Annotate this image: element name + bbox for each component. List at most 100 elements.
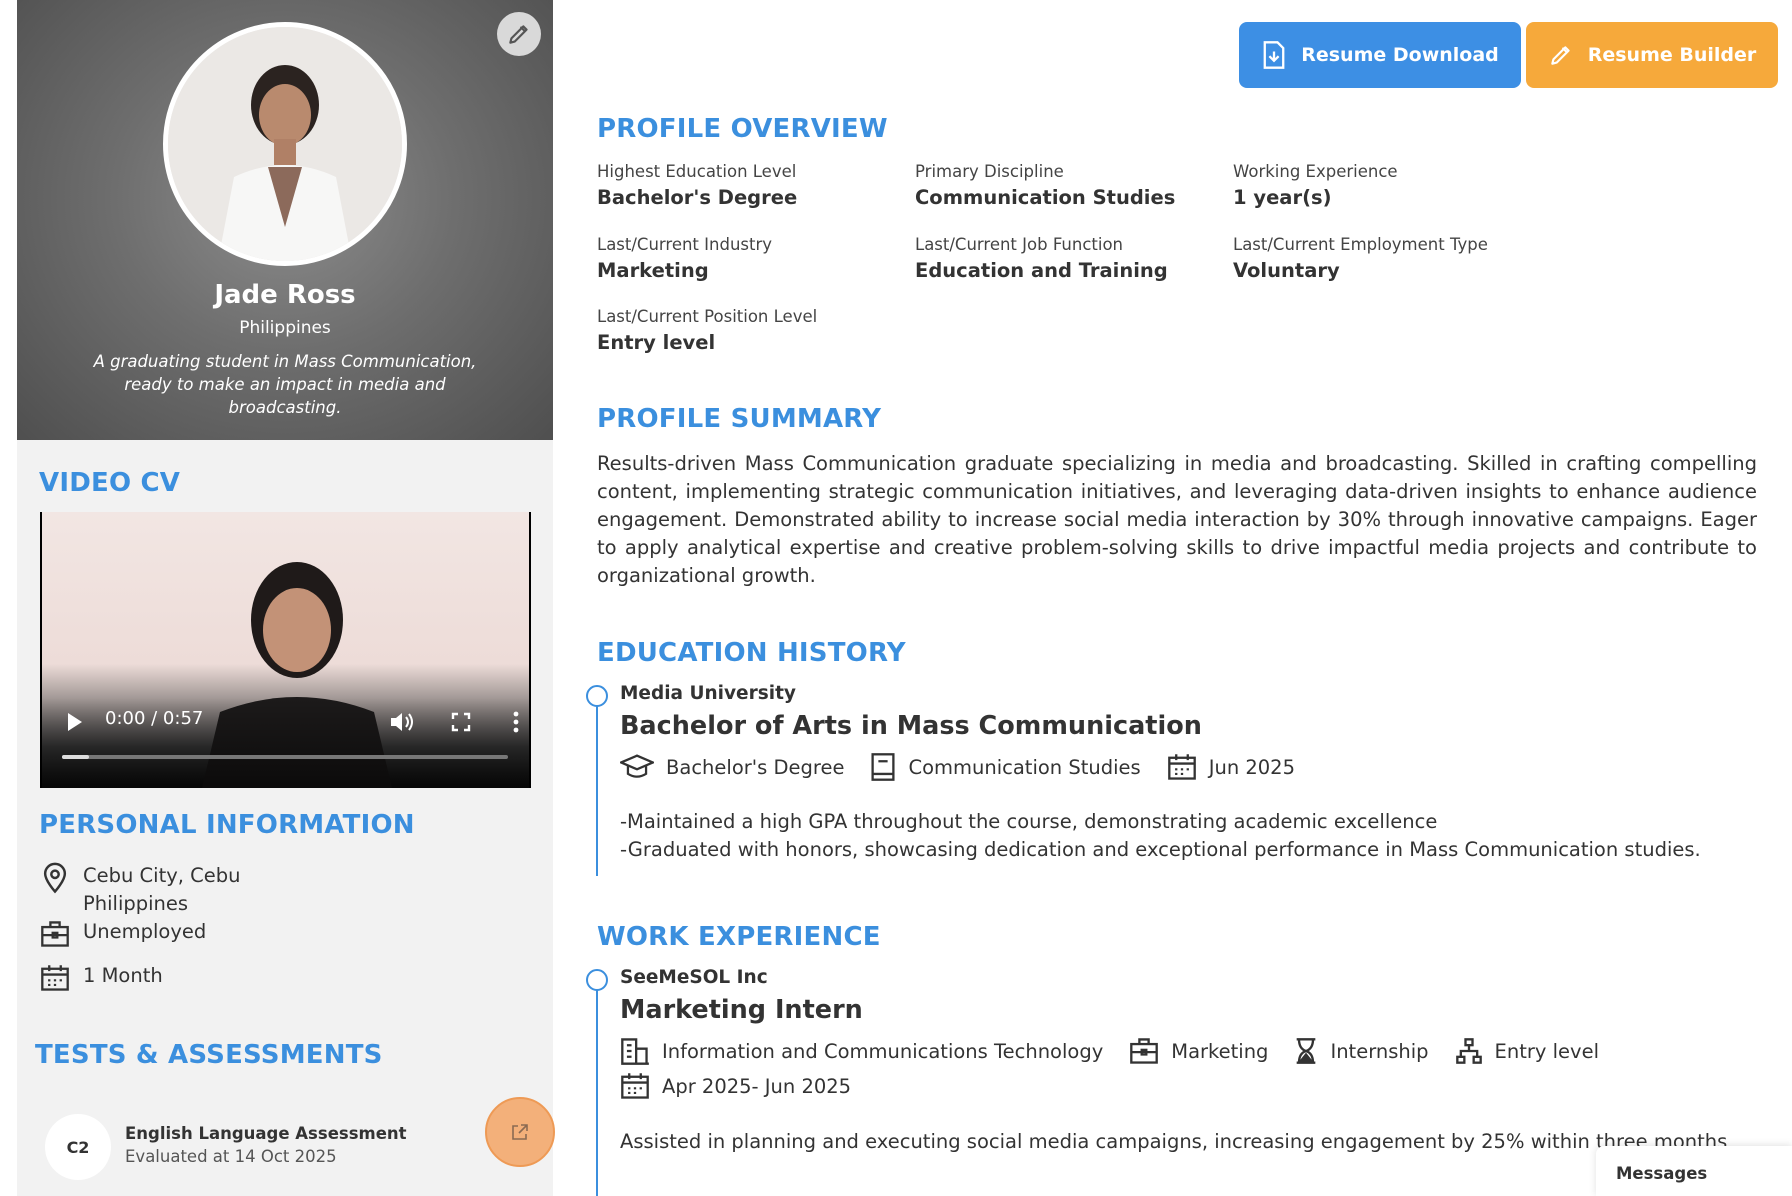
education-degree: Bachelor of Arts in Mass Communication xyxy=(620,711,1202,741)
work-company: SeeMeSOL Inc xyxy=(620,967,768,988)
work-dates-row: Apr 2025- Jun 2025 xyxy=(620,1072,877,1100)
building-icon xyxy=(621,1038,649,1065)
location-row: Cebu City, Cebu Philippines xyxy=(39,862,241,918)
video-cv-title: VIDEO CV xyxy=(39,468,181,498)
video-seek-bar[interactable] xyxy=(62,755,508,759)
work-level-item: Entry level xyxy=(1455,1037,1599,1065)
profile-summary-title: PROFILE SUMMARY xyxy=(597,404,882,434)
overview-employment-type: Last/Current Employment Type Voluntary xyxy=(1233,233,1543,285)
pencil-icon xyxy=(1550,46,1570,65)
book-icon xyxy=(871,753,896,781)
overview-value: Marketing xyxy=(597,259,709,282)
profile-bio: A graduating student in Mass Communicati… xyxy=(93,352,477,417)
education-field: Communication Studies xyxy=(908,755,1141,779)
work-meta: Information and Communications Technolog… xyxy=(620,1037,1625,1065)
employment-status-row: Unemployed xyxy=(39,918,206,950)
overview-position-level: Last/Current Position Level Entry level xyxy=(597,305,907,357)
resume-download-button[interactable]: Resume Download xyxy=(1239,22,1521,88)
overview-label: Last/Current Position Level xyxy=(597,307,818,326)
profile-summary-text: Results-driven Mass Communication gradua… xyxy=(597,452,1757,587)
education-description: -Maintained a high GPA throughout the co… xyxy=(620,808,1770,864)
messages-button[interactable]: Messages xyxy=(1596,1146,1792,1196)
personal-info-title: PERSONAL INFORMATION xyxy=(39,810,415,840)
education-meta: Bachelor's Degree Communication Studies … xyxy=(620,752,1321,782)
work-industry-item: Information and Communications Technolog… xyxy=(620,1037,1103,1065)
education-level-item: Bachelor's Degree xyxy=(620,752,844,782)
test-date: Evaluated at 14 Oct 2025 xyxy=(125,1147,337,1166)
open-test-button[interactable] xyxy=(485,1097,555,1167)
work-dates: Apr 2025- Jun 2025 xyxy=(662,1074,852,1098)
overview-discipline: Primary Discipline Communication Studies xyxy=(915,160,1225,212)
volume-icon[interactable] xyxy=(389,711,415,733)
profile-name: Jade Ross xyxy=(214,280,356,310)
overview-label: Working Experience xyxy=(1233,162,1398,181)
profile-overview-title: PROFILE OVERVIEW xyxy=(597,114,888,144)
overview-working-experience: Working Experience 1 year(s) xyxy=(1233,160,1543,212)
education-history-title: EDUCATION HISTORY xyxy=(597,638,906,668)
test-level-badge: C2 xyxy=(45,1114,111,1180)
overview-value: 1 year(s) xyxy=(1233,186,1332,209)
video-player[interactable]: 0:00 / 0:57 xyxy=(40,512,531,788)
overview-value: Voluntary xyxy=(1233,259,1340,282)
timeline-line xyxy=(596,696,598,876)
test-name: English Language Assessment xyxy=(125,1124,407,1143)
briefcase-icon xyxy=(1130,1038,1159,1064)
edit-profile-button[interactable] xyxy=(497,12,541,56)
timeline-dot xyxy=(586,685,608,707)
hierarchy-icon xyxy=(1455,1038,1482,1064)
employment-status: Unemployed xyxy=(83,920,207,943)
work-role: Marketing Intern xyxy=(620,995,863,1025)
calendar-icon xyxy=(1167,754,1196,780)
overview-value: Entry level xyxy=(597,331,716,354)
work-function: Marketing xyxy=(1171,1039,1269,1063)
overview-education-level: Highest Education Level Bachelor's Degre… xyxy=(597,160,907,212)
fullscreen-icon[interactable] xyxy=(451,712,471,732)
education-desc-line: -Maintained a high GPA throughout the co… xyxy=(620,810,1438,833)
education-date-item: Jun 2025 xyxy=(1167,753,1295,781)
education-desc-line: -Graduated with honors, showcasing dedic… xyxy=(620,838,1701,861)
graduation-cap-icon xyxy=(620,754,654,778)
education-date: Jun 2025 xyxy=(1208,755,1295,779)
location-country: Philippines xyxy=(83,892,189,915)
play-icon[interactable] xyxy=(66,712,84,732)
overview-label: Primary Discipline xyxy=(915,162,1064,181)
download-file-icon xyxy=(1263,41,1285,69)
location-city: Cebu City, Cebu xyxy=(83,864,241,887)
resume-download-label: Resume Download xyxy=(1301,44,1499,66)
overview-label: Last/Current Employment Type xyxy=(1233,235,1488,254)
overview-value: Communication Studies xyxy=(915,186,1176,209)
video-time: 0:00 / 0:57 xyxy=(105,708,204,729)
timeline-dot xyxy=(586,969,608,991)
resume-builder-button[interactable]: Resume Builder xyxy=(1526,22,1778,88)
pencil-icon xyxy=(509,25,528,44)
test-item: C2 English Language Assessment Evaluated… xyxy=(45,1097,555,1190)
profile-hero: Jade Ross Philippines A graduating stude… xyxy=(17,0,553,440)
work-level: Entry level xyxy=(1494,1039,1599,1063)
location-pin-icon xyxy=(39,862,71,894)
work-dates-item: Apr 2025- Jun 2025 xyxy=(620,1072,851,1100)
overview-industry: Last/Current Industry Marketing xyxy=(597,233,907,285)
calendar-icon xyxy=(621,1073,649,1099)
tests-title: TESTS & ASSESSMENTS xyxy=(35,1040,383,1070)
video-frame xyxy=(42,512,529,788)
profile-country: Philippines xyxy=(239,318,331,338)
availability: 1 Month xyxy=(83,964,163,987)
work-type: Internship xyxy=(1330,1039,1429,1063)
work-function-item: Marketing xyxy=(1129,1037,1268,1065)
overview-label: Last/Current Industry xyxy=(597,235,773,254)
overview-value: Bachelor's Degree xyxy=(597,186,798,209)
profile-sidebar: Jade Ross Philippines A graduating stude… xyxy=(17,0,555,1196)
profile-photo xyxy=(168,27,402,261)
education-school: Media University xyxy=(620,683,796,704)
external-link-icon xyxy=(512,1124,528,1140)
hourglass-icon xyxy=(1297,1038,1316,1064)
availability-row: 1 Month xyxy=(39,962,163,994)
resume-builder-label: Resume Builder xyxy=(1587,44,1757,66)
more-options-icon[interactable] xyxy=(512,711,520,733)
timeline-line xyxy=(596,980,598,1196)
overview-label: Last/Current Job Function xyxy=(915,235,1124,254)
video-progress xyxy=(62,755,89,759)
overview-job-function: Last/Current Job Function Education and … xyxy=(915,233,1225,285)
overview-label: Highest Education Level xyxy=(597,162,797,181)
overview-value: Education and Training xyxy=(915,259,1168,282)
